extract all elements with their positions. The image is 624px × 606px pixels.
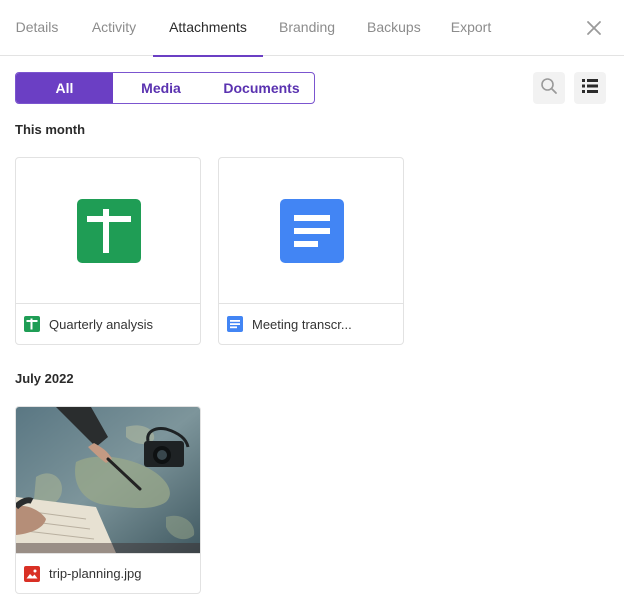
- filter-media-button[interactable]: Media: [113, 73, 209, 103]
- section-title-this-month: This month: [15, 122, 86, 137]
- attachment-preview: [16, 158, 200, 304]
- close-icon[interactable]: [582, 16, 606, 40]
- spreadsheet-icon: [24, 316, 40, 332]
- attachment-footer: trip-planning.jpg: [16, 553, 200, 593]
- attachment-preview: [219, 158, 403, 304]
- filter-segmented-control: All Media Documents: [15, 72, 315, 104]
- attachment-name: Meeting transcr...: [252, 316, 352, 332]
- attachment-card-meeting-transcript[interactable]: Meeting transcr...: [218, 157, 404, 345]
- list-view-button[interactable]: [574, 72, 606, 104]
- filter-documents-button[interactable]: Documents: [209, 73, 314, 103]
- tab-bar: Details Activity Attachments Branding Ba…: [0, 0, 624, 57]
- image-icon: [24, 565, 40, 582]
- attachment-footer: Quarterly analysis: [16, 304, 200, 344]
- section-title-july-2022: July 2022: [15, 371, 74, 386]
- tab-attachments[interactable]: Attachments: [153, 0, 263, 57]
- photo-thumbnail: [16, 407, 200, 553]
- tab-details[interactable]: Details: [15, 0, 59, 56]
- tab-backups[interactable]: Backups: [367, 0, 421, 56]
- attachment-footer: Meeting transcr...: [219, 304, 403, 344]
- attachment-card-quarterly-analysis[interactable]: Quarterly analysis: [15, 157, 201, 345]
- attachment-card-trip-planning[interactable]: trip-planning.jpg: [15, 406, 201, 594]
- tab-activity[interactable]: Activity: [90, 0, 138, 56]
- tab-branding[interactable]: Branding: [279, 0, 335, 56]
- spreadsheet-icon: [77, 199, 141, 263]
- attachment-name: trip-planning.jpg: [49, 566, 142, 581]
- document-icon: [227, 316, 243, 332]
- document-icon: [280, 199, 344, 263]
- search-icon: [540, 77, 558, 100]
- attachment-name: Quarterly analysis: [49, 316, 154, 332]
- tab-export[interactable]: Export: [450, 0, 492, 56]
- filter-all-button[interactable]: All: [16, 73, 113, 103]
- list-view-icon: [581, 77, 599, 100]
- attachment-image-preview: [16, 407, 200, 553]
- search-button[interactable]: [533, 72, 565, 104]
